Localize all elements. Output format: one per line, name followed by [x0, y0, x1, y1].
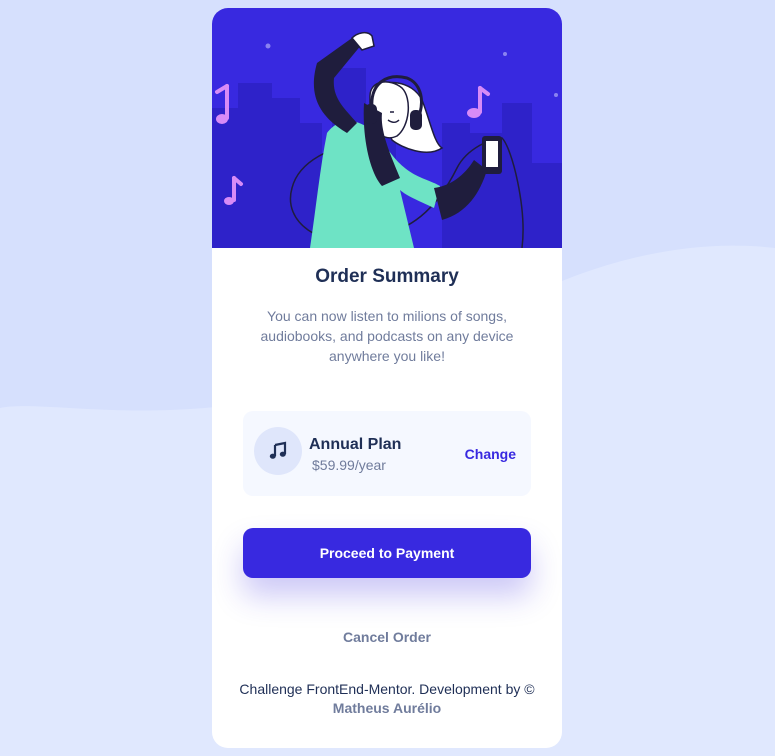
summary-description: You can now listen to milions of songs, …	[260, 308, 514, 364]
change-plan-link[interactable]: Change	[465, 446, 516, 462]
plan-price: $59.99/year	[312, 457, 386, 473]
order-summary-card: Order Summary You can now listen to mili…	[212, 8, 562, 748]
cancel-order-button[interactable]: Cancel Order	[212, 629, 562, 645]
author-link[interactable]: Matheus Aurélio	[333, 700, 441, 716]
footer-text: Challenge FrontEnd-Mentor. Development b…	[239, 681, 535, 697]
proceed-to-payment-button[interactable]: Proceed to Payment	[243, 528, 531, 578]
music-note-icon	[254, 427, 302, 475]
page-title: Order Summary	[315, 266, 459, 287]
person-listening-music-illustration	[212, 31, 562, 248]
footer-credit: Challenge FrontEnd-Mentor. Development b…	[237, 680, 537, 718]
plan-box: Annual Plan $59.99/year Change	[243, 411, 531, 496]
hero-illustration	[212, 8, 562, 248]
plan-name: Annual Plan	[309, 436, 402, 453]
